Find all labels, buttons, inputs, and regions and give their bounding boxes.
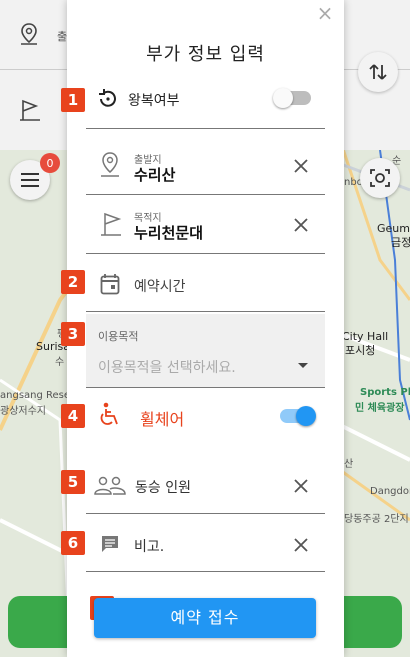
swap-route-button[interactable]	[358, 52, 398, 92]
round-trip-label: 왕복여부	[128, 93, 180, 109]
step-number-2: 2	[61, 270, 85, 294]
chevron-down-icon	[298, 363, 308, 368]
toggle-knob	[296, 406, 316, 426]
companion-field[interactable]: 동승 인원	[86, 458, 325, 514]
swap-arrows-icon	[369, 64, 387, 80]
step-number-5: 5	[61, 470, 85, 494]
note-field[interactable]: 비고.	[86, 517, 325, 572]
notification-badge: 0	[40, 153, 60, 173]
map-label-geum-ko: 금정	[391, 236, 410, 249]
map-label-dangdong-ko: 당동주공 2단지	[344, 514, 409, 525]
clear-note-icon[interactable]	[292, 536, 310, 554]
my-location-button[interactable]	[360, 158, 400, 198]
location-pin-icon	[21, 23, 37, 45]
note-label: 비고.	[134, 539, 165, 555]
map-label-dangdong: Dangdon	[370, 486, 410, 497]
origin-pin-icon	[101, 152, 119, 177]
map-label-su: 수	[55, 357, 65, 368]
people-icon	[94, 476, 126, 495]
purpose-sub-label: 이용목적	[98, 330, 139, 343]
step-number-4: 4	[61, 404, 85, 428]
purpose-select[interactable]: 이용목적 이용목적을 선택하세요.	[86, 314, 325, 388]
step-number-1: 1	[61, 88, 85, 112]
step-number-6: 6	[61, 531, 85, 555]
clear-companion-icon[interactable]	[292, 477, 310, 495]
companion-label: 동승 인원	[135, 480, 191, 496]
calendar-icon	[100, 274, 120, 295]
wheelchair-row: 휠체어	[86, 390, 325, 446]
map-label-city-hall-ko: 포시청	[345, 344, 376, 357]
clear-origin-icon[interactable]	[292, 157, 310, 175]
map-label-san: 산	[344, 459, 354, 470]
purpose-placeholder: 이용목적을 선택하세요.	[98, 360, 236, 376]
round-trip-toggle[interactable]	[273, 88, 311, 108]
close-icon[interactable]: ×	[316, 3, 334, 23]
modal-title: 부가 정보 입력	[146, 44, 265, 65]
submit-reservation-button[interactable]: 예약 접수	[94, 598, 316, 638]
origin-value: 수리산	[134, 166, 176, 184]
wheelchair-label: 휠체어	[140, 410, 185, 429]
wheelchair-toggle[interactable]	[280, 406, 316, 426]
map-label-sports-plaza: Sports Plaza	[360, 387, 410, 398]
origin-partial-text: 출	[57, 30, 68, 43]
step-number-3: 3	[61, 322, 85, 346]
round-trip-row: 왕복여부	[86, 80, 325, 129]
round-trip-icon	[99, 89, 116, 107]
focus-frame-icon	[370, 169, 390, 187]
hamburger-icon	[21, 173, 39, 187]
comment-icon	[102, 536, 118, 552]
reservation-time-label: 예약시간	[134, 279, 186, 295]
origin-field[interactable]: 출발지 수리산	[86, 140, 325, 195]
map-label-sports-plaza-ko: 민 체육광장	[355, 403, 405, 414]
destination-flag-icon	[101, 212, 122, 236]
destination-value: 누리천문대	[134, 224, 204, 242]
map-label-gangsang-ko: 광상저수지	[0, 406, 46, 417]
reservation-time-field[interactable]: 예약시간	[86, 257, 325, 312]
map-label-gangsang: angsang Rese	[0, 390, 71, 401]
clear-destination-icon[interactable]	[292, 216, 310, 234]
flag-icon	[20, 99, 40, 121]
toggle-knob	[273, 88, 293, 108]
destination-field[interactable]: 목적지 누리천문대	[86, 198, 325, 254]
wheelchair-icon	[100, 402, 118, 425]
